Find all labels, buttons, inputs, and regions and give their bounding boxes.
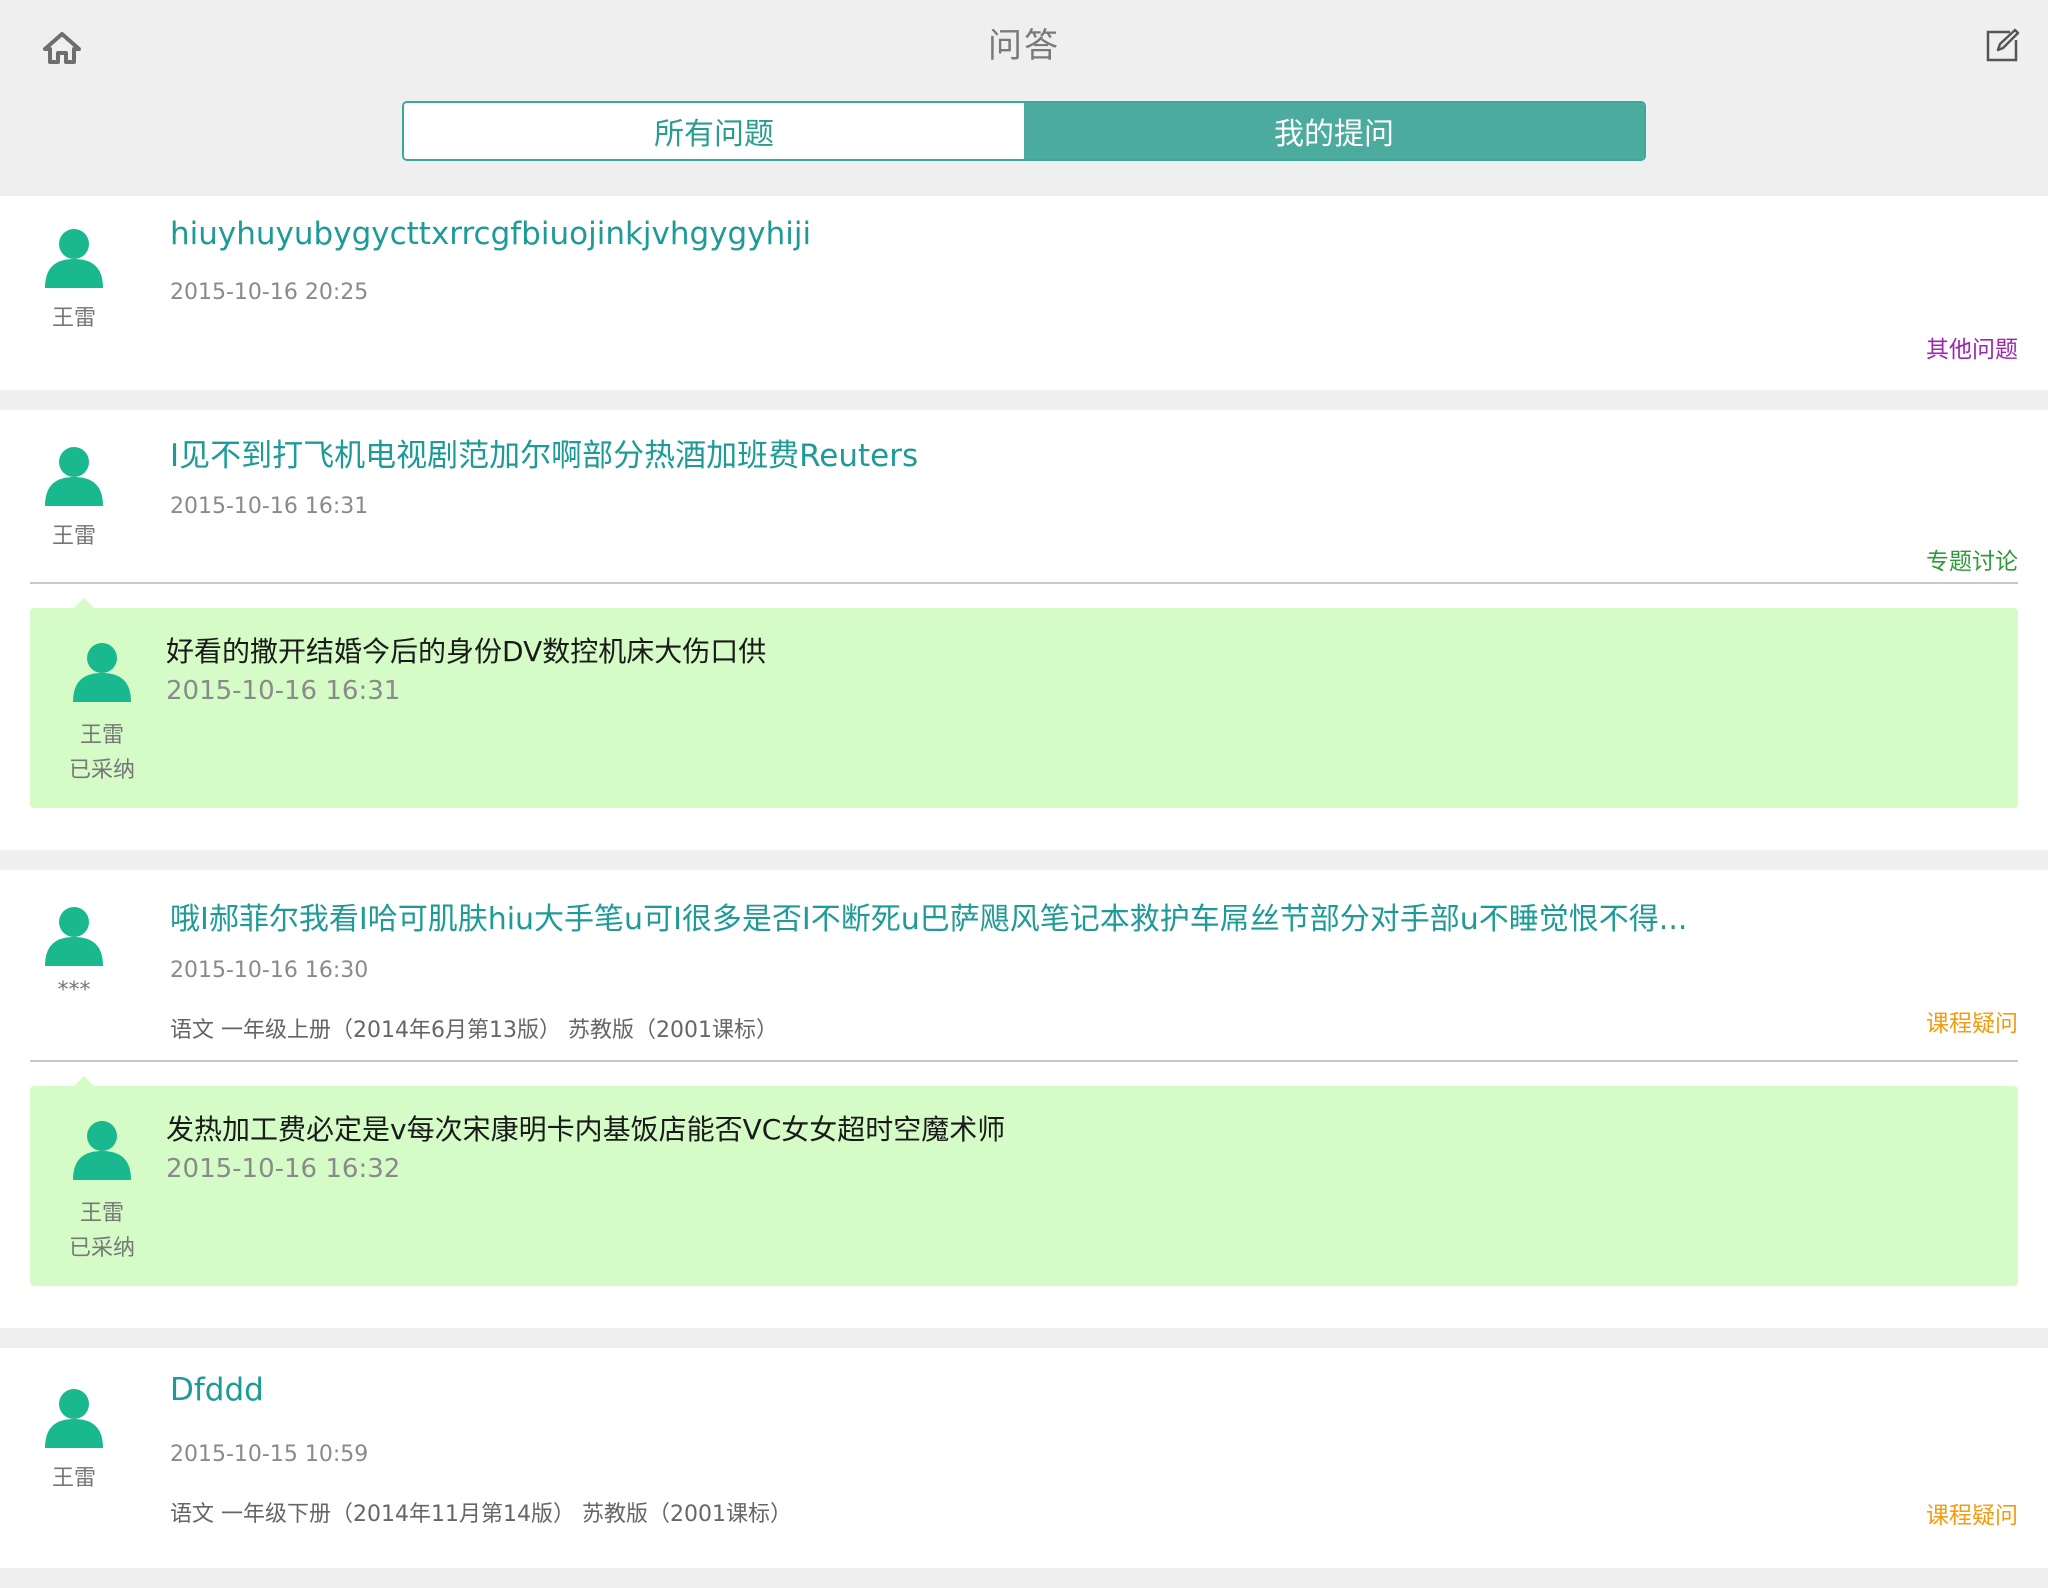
user-avatar-icon [45,229,103,288]
question-author: 王雷 [51,1466,96,1491]
user-avatar-icon [73,643,131,702]
question-card[interactable]: 王雷 I见不到打飞机电视剧范加尔啊部分热酒加班费Reuters 2015-10-… [0,410,2048,850]
accepted-answer[interactable]: 王雷 已采纳 好看的撒开结婚今后的身份DV数控机床大伤口供 2015-10-16… [30,598,2018,808]
answer-wrap: 王雷 已采纳 好看的撒开结婚今后的身份DV数控机床大伤口供 2015-10-16… [0,584,2048,850]
question-summary[interactable]: 王雷 hiuyhuyubygycttxrrcgfbiuojinkjvhgygyh… [0,196,2048,390]
answer-text: 好看的撒开结婚今后的身份DV数控机床大伤口供 [166,635,767,668]
answer-author: 王雷 [79,723,124,748]
question-author: 王雷 [51,524,96,549]
question-tabs: 所有问题 我的提问 [402,101,1646,161]
question-summary[interactable]: *** 哦I郝菲尔我看I哈可肌肤hiu大手笔u可I很多是否I不断死u巴萨飓风笔记… [0,870,2048,1060]
accepted-answer[interactable]: 王雷 已采纳 发热加工费必定是v每次宋康明卡内基饭店能否VC女女超时空魔术师 2… [30,1076,2018,1286]
top-bar: 问答 所有问题 我的提问 [0,0,2048,196]
question-author-block: 王雷 [30,1386,118,1492]
tab-all-questions[interactable]: 所有问题 [404,103,1024,159]
question-card[interactable]: *** 哦I郝菲尔我看I哈可肌肤hiu大手笔u可I很多是否I不断死u巴萨飓风笔记… [0,870,2048,1328]
answer-text: 发热加工费必定是v每次宋康明卡内基饭店能否VC女女超时空魔术师 [166,1113,1006,1146]
question-list: 王雷 hiuyhuyubygycttxrrcgfbiuojinkjvhgygyh… [0,196,2048,1588]
question-author: 王雷 [51,306,96,331]
question-author-block: 王雷 [30,226,118,332]
question-summary[interactable]: 王雷 Dfddd 2015-10-15 10:59 语文 一年级下册（2014年… [0,1348,2048,1568]
question-card[interactable]: 王雷 hiuyhuyubygycttxrrcgfbiuojinkjvhgygyh… [0,196,2048,390]
user-avatar-icon [45,1389,103,1448]
question-category: 专题讨论 [1926,549,2018,575]
question-author-block: *** [30,904,118,1003]
answer-time: 2015-10-16 16:32 [166,1154,401,1184]
question-author-block: 王雷 [30,444,118,550]
question-time: 2015-10-16 20:25 [170,280,369,305]
answer-author-block: 王雷 已采纳 [60,1118,144,1264]
adopted-badge: 已采纳 [68,758,135,783]
question-time: 2015-10-16 16:31 [170,494,369,519]
question-summary[interactable]: 王雷 I见不到打飞机电视剧范加尔啊部分热酒加班费Reuters 2015-10-… [0,410,2048,582]
user-avatar-icon [45,447,103,506]
question-title[interactable]: hiuyhuyubygycttxrrcgfbiuojinkjvhgygyhiji [170,216,811,252]
user-avatar-icon [45,907,103,966]
answer-author: 王雷 [79,1201,124,1226]
user-avatar-icon [73,1121,131,1180]
question-course: 语文 一年级上册（2014年6月第13版） 苏教版（2001课标） [170,1018,778,1043]
question-category: 课程疑问 [1926,1011,2018,1037]
tab-my-questions[interactable]: 我的提问 [1024,103,1644,159]
adopted-badge: 已采纳 [68,1236,135,1261]
question-author: *** [57,978,91,1003]
question-title[interactable]: Dfddd [170,1372,264,1408]
question-time: 2015-10-15 10:59 [170,1442,369,1467]
question-title[interactable]: I见不到打飞机电视剧范加尔啊部分热酒加班费Reuters [170,430,918,475]
compose-button[interactable] [1978,22,2026,70]
question-category: 其他问题 [1926,337,2018,363]
question-category: 课程疑问 [1926,1503,2018,1529]
compose-icon [1986,28,2020,62]
question-title[interactable]: 哦I郝菲尔我看I哈可肌肤hiu大手笔u可I很多是否I不断死u巴萨飓风笔记本救护车… [170,894,1687,938]
answer-wrap: 王雷 已采纳 发热加工费必定是v每次宋康明卡内基饭店能否VC女女超时空魔术师 2… [0,1062,2048,1328]
question-time: 2015-10-16 16:30 [170,958,369,983]
question-card[interactable]: 王雷 Dfddd 2015-10-15 10:59 语文 一年级下册（2014年… [0,1348,2048,1568]
question-course: 语文 一年级下册（2014年11月第14版） 苏教版（2001课标） [170,1502,792,1527]
page-title: 问答 [988,26,1060,66]
answer-author-block: 王雷 已采纳 [60,640,144,786]
answer-time: 2015-10-16 16:31 [166,676,401,706]
